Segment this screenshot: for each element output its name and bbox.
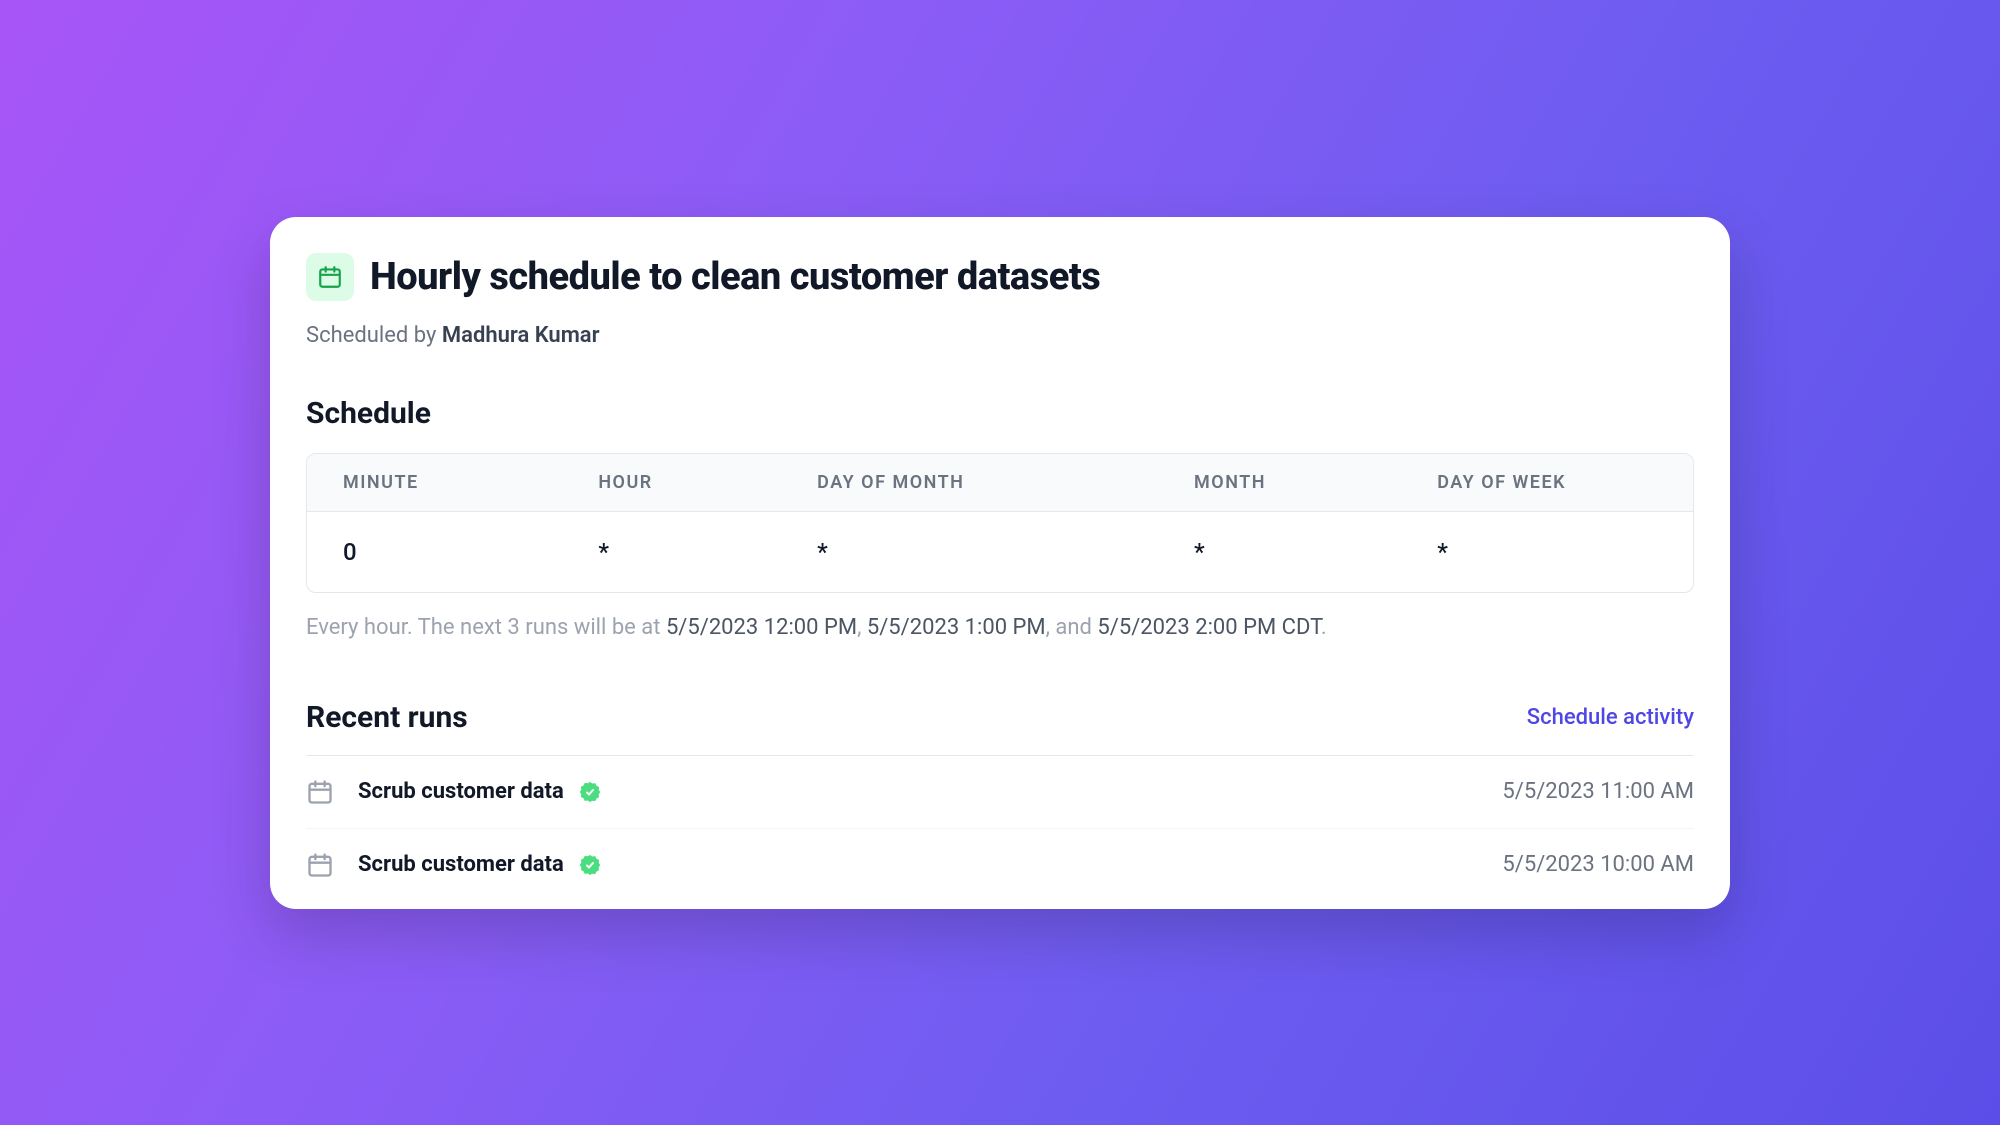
summary-t3: , — [857, 615, 867, 640]
summary-t7: . — [1321, 615, 1327, 640]
run-name: Scrub customer data — [358, 779, 564, 804]
check-badge-icon — [578, 853, 602, 877]
cron-table-head: MINUTE HOUR DAY OF MONTH MONTH DAY OF WE… — [307, 454, 1693, 512]
run-row[interactable]: Scrub customer data 5/5/2023 11:00 AM — [306, 756, 1694, 829]
run-name: Scrub customer data — [358, 852, 564, 877]
run-timestamp: 5/5/2023 11:00 AM — [1502, 779, 1694, 804]
scheduled-by-name: Madhura Kumar — [442, 323, 600, 348]
scheduled-by-line: Scheduled by Madhura Kumar — [306, 323, 1694, 348]
run-row[interactable]: Scrub customer data 5/5/2023 10:00 AM — [306, 829, 1694, 889]
summary-next1: 5/5/2023 12:00 PM — [666, 615, 857, 640]
col-hour: HOUR — [562, 454, 781, 511]
schedule-section-title: Schedule — [306, 396, 1694, 431]
val-day-of-month: * — [781, 512, 1158, 592]
cron-table: MINUTE HOUR DAY OF MONTH MONTH DAY OF WE… — [306, 453, 1694, 593]
calendar-icon — [317, 264, 343, 290]
schedule-summary: Every hour. The next 3 runs will be at 5… — [306, 615, 1694, 640]
val-month: * — [1158, 512, 1401, 592]
recent-runs-title: Recent runs — [306, 700, 468, 735]
summary-t1: Every hour. The next 3 runs will be at — [306, 615, 666, 640]
schedule-card: Hourly schedule to clean customer datase… — [270, 217, 1730, 909]
run-timestamp: 5/5/2023 10:00 AM — [1502, 852, 1694, 877]
summary-next2: 5/5/2023 1:00 PM — [867, 615, 1046, 640]
summary-next3: 5/5/2023 2:00 PM CDT — [1097, 615, 1320, 640]
check-badge-icon — [578, 780, 602, 804]
col-day-of-month: DAY OF MONTH — [781, 454, 1158, 511]
val-day-of-week: * — [1401, 512, 1693, 592]
calendar-icon-box — [306, 253, 354, 301]
page-title: Hourly schedule to clean customer datase… — [370, 255, 1100, 299]
calendar-icon — [306, 778, 334, 806]
val-hour: * — [562, 512, 781, 592]
col-day-of-week: DAY OF WEEK — [1401, 454, 1693, 511]
card-header: Hourly schedule to clean customer datase… — [306, 253, 1694, 301]
calendar-icon — [306, 851, 334, 879]
recent-runs-header: Recent runs Schedule activity — [306, 700, 1694, 756]
col-minute: MINUTE — [307, 454, 562, 511]
schedule-activity-link[interactable]: Schedule activity — [1527, 705, 1694, 730]
val-minute: 0 — [307, 512, 562, 592]
scheduled-by-prefix: Scheduled by — [306, 323, 442, 348]
cron-table-body: 0 * * * * — [307, 512, 1693, 592]
summary-t5: , and — [1046, 615, 1098, 640]
col-month: MONTH — [1158, 454, 1401, 511]
